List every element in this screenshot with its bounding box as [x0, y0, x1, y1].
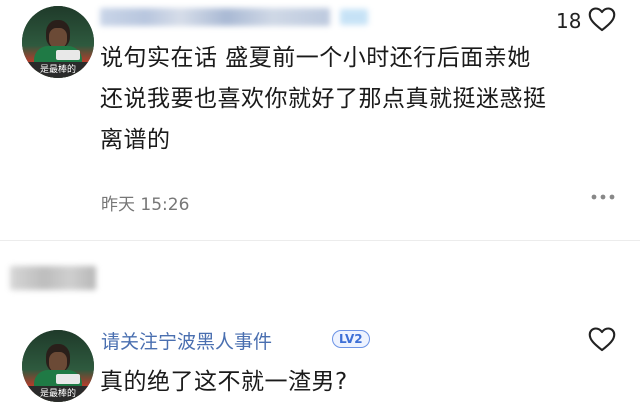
heart-outline-icon[interactable] — [588, 326, 616, 352]
blurred-section-header — [10, 266, 96, 290]
heart-outline-icon[interactable] — [588, 6, 616, 32]
blurred-badge — [340, 9, 368, 25]
comment-line: 说句实在话 盛夏前一个小时还行后面亲她 — [100, 45, 531, 71]
username[interactable]: 请关注宁波黑人事件 — [101, 327, 272, 354]
blurred-username[interactable] — [100, 8, 330, 26]
more-dots-icon[interactable] — [590, 192, 616, 202]
comment-line: 还说我要也喜欢你就好了那点真就挺迷惑挺 — [100, 86, 547, 112]
avatar-caption: 是最棒的 — [22, 386, 94, 402]
avatar-face — [49, 28, 67, 48]
avatar[interactable]: 是最棒的 — [22, 330, 94, 402]
avatar[interactable]: 是最棒的 — [22, 6, 94, 78]
comment-time: 昨天 15:26 — [101, 195, 190, 215]
avatar-caption: 是最棒的 — [22, 62, 94, 78]
divider — [0, 240, 640, 241]
avatar-tag — [56, 50, 80, 60]
avatar-tag — [56, 374, 80, 384]
like-count: 18 — [556, 9, 582, 33]
avatar-face — [49, 352, 67, 372]
comment-text: 说句实在话 盛夏前一个小时还行后面亲她 还说我要也喜欢你就好了那点真就挺迷惑挺 … — [100, 38, 620, 161]
level-badge: LV2 — [332, 330, 370, 348]
comment-line: 离谱的 — [100, 127, 171, 153]
comment-text: 真的绝了这不就一渣男? — [100, 369, 348, 395]
